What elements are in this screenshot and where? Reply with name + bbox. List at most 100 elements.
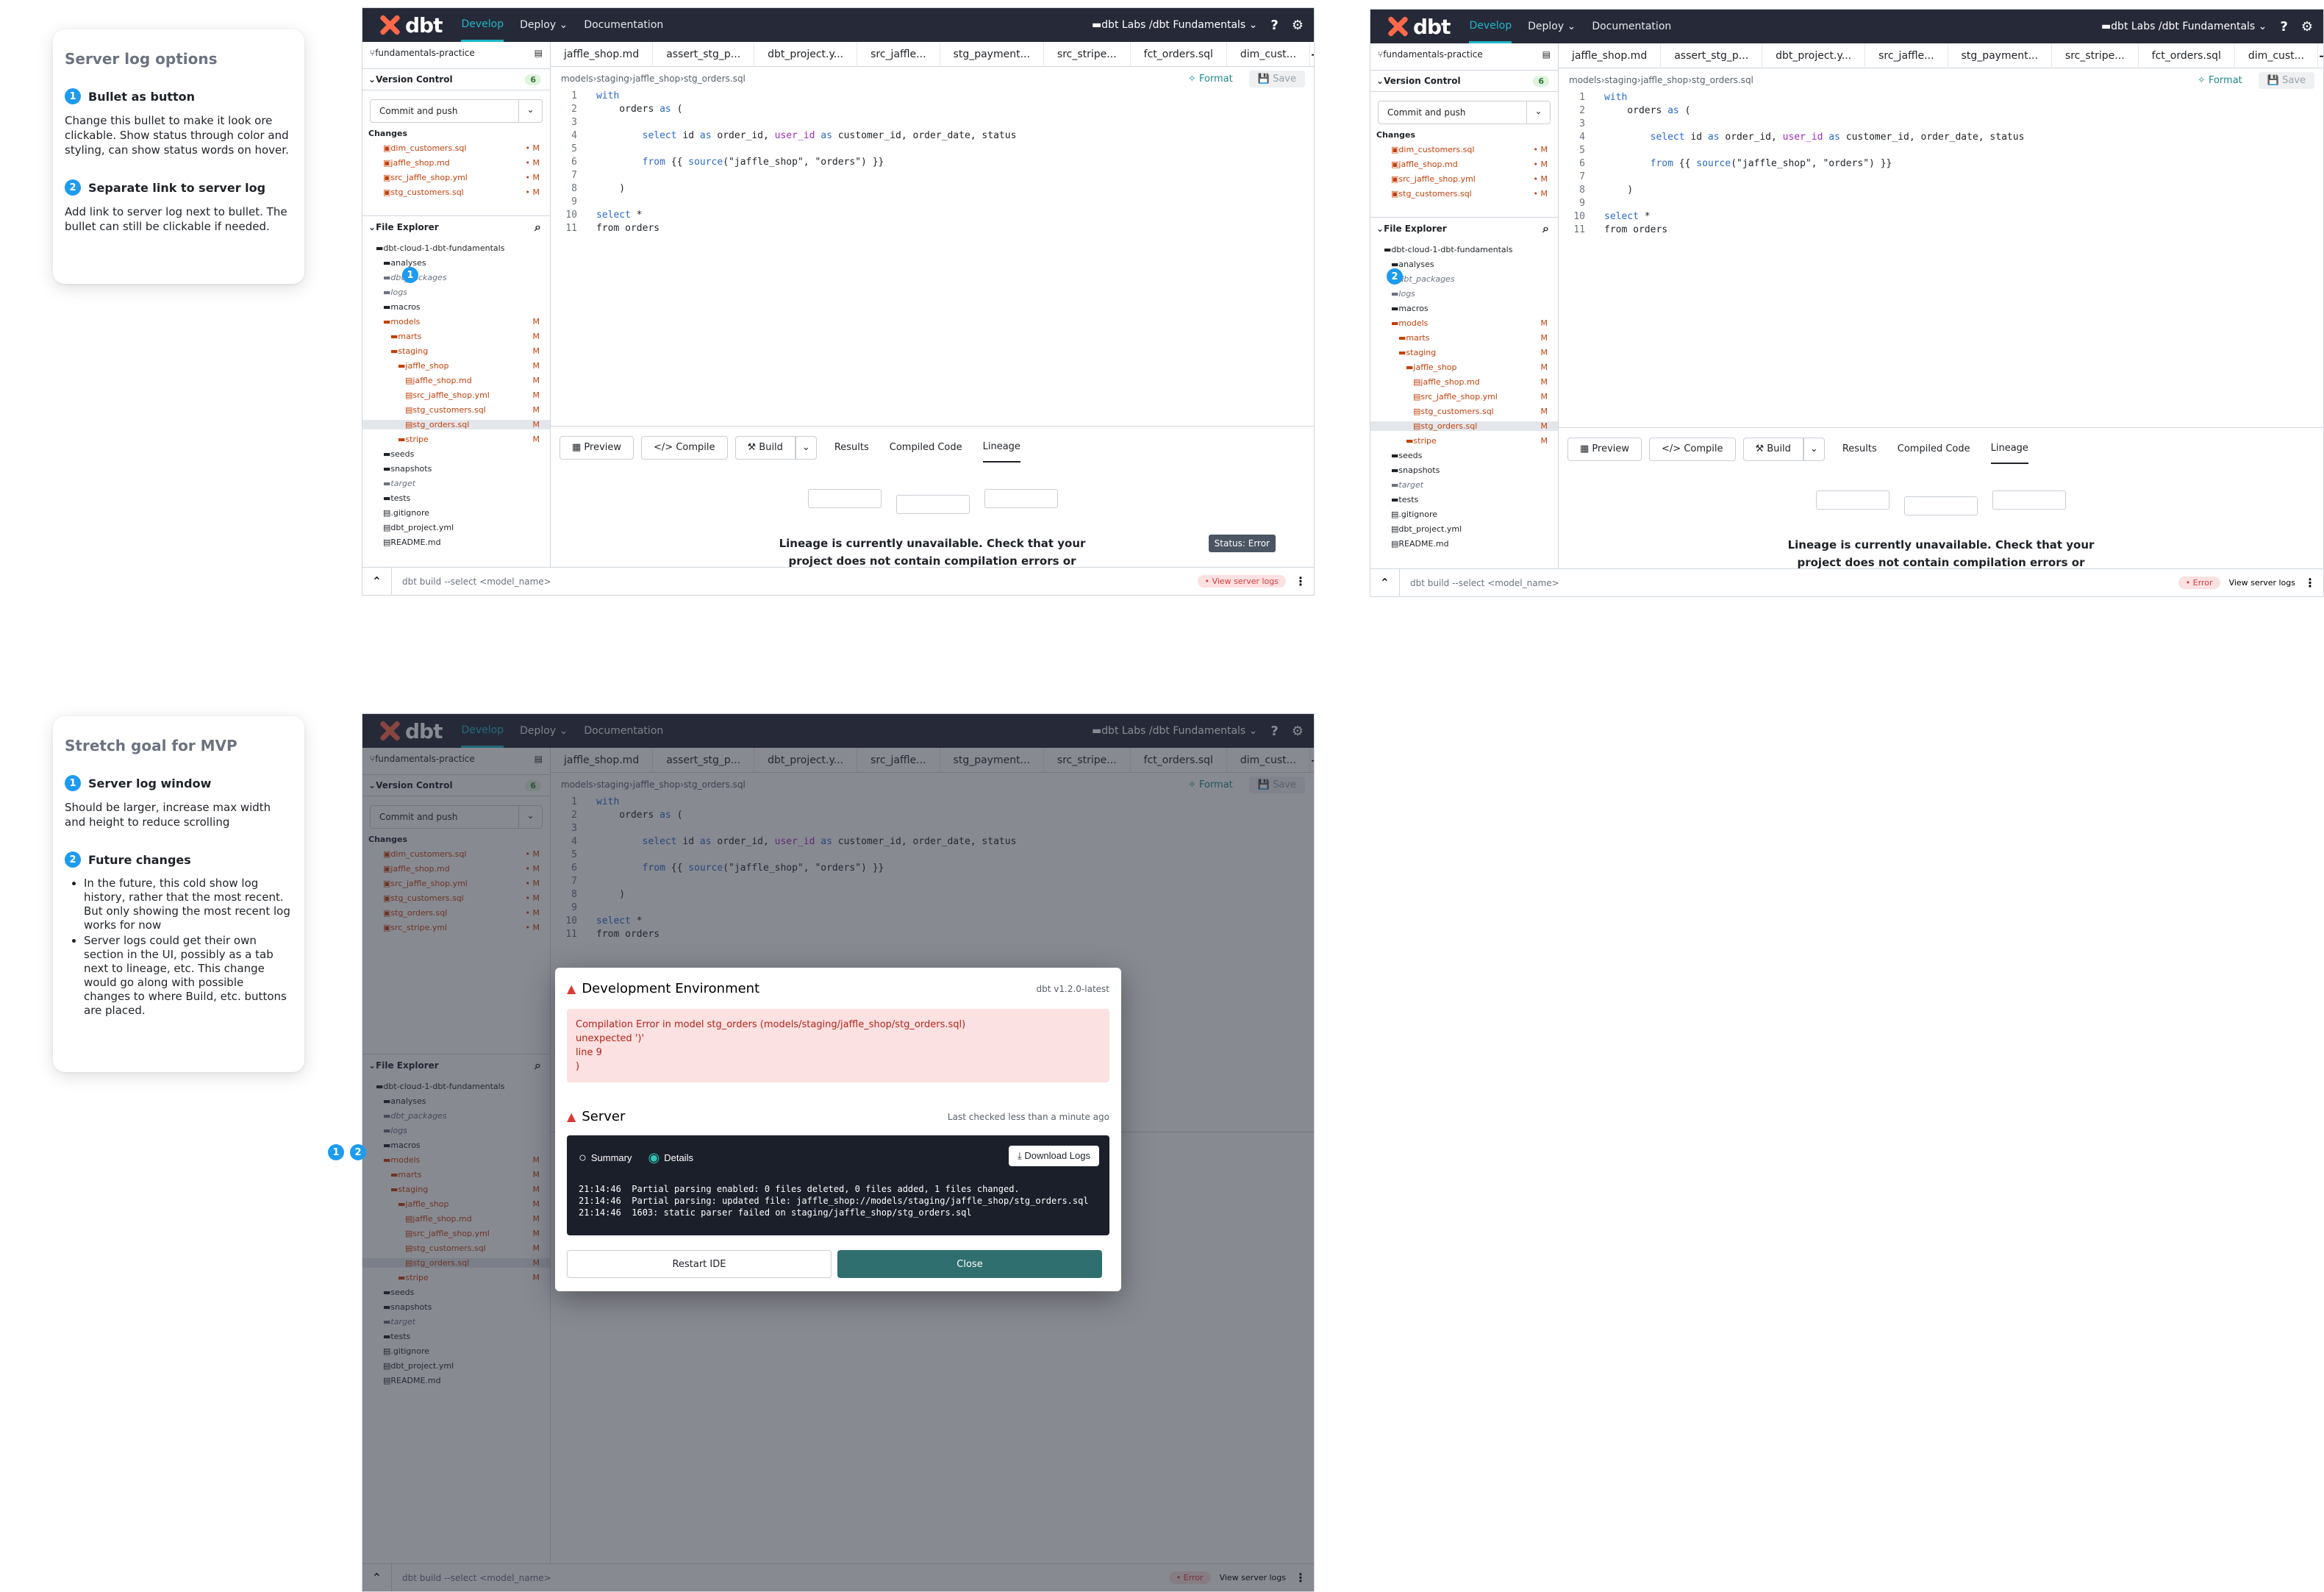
chevron-up-icon[interactable]: ⌃ — [1370, 568, 1400, 596]
tree-item[interactable]: ▬ stripe M — [362, 435, 550, 444]
org-name[interactable]: dbt Labs / — [1101, 19, 1152, 31]
breadcrumb-item[interactable]: models — [561, 74, 593, 84]
tree-item[interactable]: ▤ dbt_project.yml — [362, 523, 550, 532]
nav-documentation[interactable]: Documentation — [584, 8, 663, 42]
breadcrumb-item[interactable]: stg_orders.sql — [1692, 75, 1753, 85]
tree-item[interactable]: ▤ .gitignore — [1370, 510, 1558, 519]
org-name[interactable]: dbt Labs / — [2111, 21, 2162, 32]
summary-radio[interactable]: ○ — [579, 1150, 587, 1166]
result-tab[interactable]: Compiled Code — [1898, 435, 1970, 464]
more-vertical-icon[interactable]: ⋮ — [1295, 574, 1306, 588]
tree-item[interactable]: ▬ seeds — [362, 449, 550, 459]
tree-item[interactable]: ▬ macros — [1370, 304, 1558, 313]
tree-item[interactable]: ▬ snapshots — [1370, 465, 1558, 475]
file-explorer-header[interactable]: ⌄ File Explorer ⌕ — [362, 215, 550, 238]
tree-item[interactable]: ▤ jaffle_shop.md M — [362, 376, 550, 385]
tree-item[interactable]: ▬ jaffle_shop M — [1370, 363, 1558, 372]
change-item[interactable]: ▣ stg_customers.sql • M — [362, 188, 550, 197]
tree-item[interactable]: ▤ stg_customers.sql M — [362, 405, 550, 415]
file-explorer-header[interactable]: ⌄ File Explorer ⌕ — [1370, 217, 1558, 239]
nav-deploy[interactable]: Deploy ⌄ — [520, 8, 568, 42]
file-tab[interactable]: jaffle_shop.md — [551, 41, 654, 67]
change-item[interactable]: ▣ jaffle_shop.md • M — [362, 158, 550, 168]
tree-item[interactable]: ▬ target — [362, 479, 550, 488]
tree-item[interactable]: ▤ src_jaffle_shop.yml M — [1370, 392, 1558, 401]
file-tab[interactable]: dim_cust... — [2235, 43, 2319, 68]
build-dropdown-button[interactable]: ⌄ — [795, 435, 817, 460]
help-icon[interactable]: ? — [2280, 19, 2287, 35]
version-control-header[interactable]: ⌄ Version Control 6 — [362, 68, 550, 90]
tree-item[interactable]: ▬ staging M — [362, 346, 550, 356]
compile-button[interactable]: </> Compile — [1649, 437, 1736, 461]
tree-item[interactable]: ▬ analyses — [362, 258, 550, 268]
tree-item[interactable]: ▤ stg_orders.sql M — [362, 420, 550, 429]
tree-item[interactable]: ▬ logs — [1370, 289, 1558, 299]
details-label[interactable]: Details — [664, 1152, 693, 1163]
search-icon[interactable]: ⌕ — [534, 220, 541, 235]
build-button[interactable]: ⚒ Build — [734, 435, 795, 460]
view-server-logs-button[interactable]: • View server logs — [1197, 575, 1286, 588]
tree-item[interactable]: ▤ stg_customers.sql M — [1370, 407, 1558, 416]
change-item[interactable]: ▣ dim_customers.sql • M — [362, 143, 550, 153]
details-radio[interactable]: ◉ — [648, 1150, 660, 1166]
project-name[interactable]: dbt Fundamentals ⌄ — [2162, 21, 2267, 32]
change-item[interactable]: ▣ stg_customers.sql • M — [1370, 189, 1558, 199]
change-item[interactable]: ▣ src_jaffle_shop.yml • M — [362, 173, 550, 182]
chevron-up-icon[interactable]: ⌃ — [362, 567, 392, 595]
command-input[interactable]: dbt build --select <model_name> — [402, 577, 551, 587]
file-tab[interactable]: dbt_project.y... — [1762, 43, 1866, 68]
file-tab[interactable]: fct_orders.sql — [1131, 41, 1227, 67]
tree-item[interactable]: ▬ tests — [1370, 495, 1558, 504]
file-tab[interactable]: jaffle_shop.md — [1559, 43, 1662, 68]
tree-item[interactable]: ▬ marts M — [362, 332, 550, 341]
command-input[interactable]: dbt build --select <model_name> — [1410, 578, 1559, 588]
file-tab[interactable]: src_stripe... — [1044, 41, 1131, 67]
preview-button[interactable]: ▦ Preview — [1567, 437, 1642, 461]
tree-item[interactable]: ▤ dbt_project.yml — [1370, 524, 1558, 534]
restart-ide-button[interactable]: Restart IDE — [567, 1250, 832, 1278]
tree-item[interactable]: ▤ README.md — [1370, 539, 1558, 549]
commit-push-button[interactable]: Commit and push ⌄ — [1378, 101, 1551, 124]
save-button[interactable]: 💾 Save — [2258, 71, 2314, 89]
chevron-down-icon[interactable]: ⌄ — [1526, 101, 1550, 124]
docs-book-icon[interactable]: ▤ — [1542, 49, 1551, 60]
tree-item[interactable]: ▬ logs — [362, 288, 550, 297]
file-tab[interactable]: assert_stg_p... — [1661, 43, 1763, 68]
gear-icon[interactable]: ⚙ — [1292, 18, 1304, 33]
breadcrumb-item[interactable]: jaffle_shop — [633, 74, 681, 84]
build-dropdown-button[interactable]: ⌄ — [1803, 437, 1825, 461]
result-tab[interactable]: Lineage — [1990, 435, 2028, 464]
breadcrumb-item[interactable]: staging — [596, 74, 629, 84]
nav-develop[interactable]: Develop — [461, 8, 504, 42]
file-tab[interactable]: dim_cust... — [1227, 41, 1311, 67]
breadcrumb-item[interactable]: jaffle_shop — [1641, 75, 1689, 85]
file-tab[interactable]: src_jaffle... — [1865, 43, 1948, 68]
tree-item[interactable]: ▬ tests — [362, 493, 550, 503]
nav-documentation[interactable]: Documentation — [1592, 10, 1671, 43]
save-button[interactable]: 💾 Save — [1248, 70, 1305, 88]
add-tab-icon[interactable]: + — [2318, 47, 2323, 65]
file-tab[interactable]: dbt_project.y... — [754, 41, 858, 67]
tree-item[interactable]: ▤ src_jaffle_shop.yml M — [362, 390, 550, 400]
branch-row[interactable]: ⑂ fundamentals-practice ▤ — [1370, 49, 1558, 60]
close-button[interactable]: Close — [837, 1250, 1102, 1278]
format-button[interactable]: ✧ Format — [2198, 75, 2242, 86]
tree-item[interactable]: ▬ dbt_packages — [362, 273, 550, 282]
change-item[interactable]: ▣ dim_customers.sql • M — [1370, 145, 1558, 154]
download-logs-button[interactable]: ⤓ Download Logs — [1009, 1146, 1099, 1166]
file-tab[interactable]: src_stripe... — [2052, 43, 2139, 68]
tree-item[interactable]: ▬ snapshots — [362, 464, 550, 474]
view-server-logs-link[interactable]: View server logs — [2229, 578, 2295, 588]
tree-item[interactable]: ▤ .gitignore — [362, 508, 550, 518]
file-tab[interactable]: src_jaffle... — [857, 41, 940, 67]
branch-row[interactable]: ⑂ fundamentals-practice ▤ — [362, 48, 550, 58]
help-icon[interactable]: ? — [1270, 18, 1278, 33]
nav-deploy[interactable]: Deploy ⌄ — [1528, 10, 1576, 43]
tree-item[interactable]: ▤ jaffle_shop.md M — [1370, 377, 1558, 387]
file-tab[interactable]: assert_stg_p... — [653, 41, 755, 67]
file-tab[interactable]: stg_payment... — [1948, 43, 2052, 68]
preview-button[interactable]: ▦ Preview — [559, 435, 634, 460]
result-tab[interactable]: Results — [834, 433, 869, 463]
add-tab-icon[interactable]: + — [1310, 46, 1314, 63]
file-tab[interactable]: stg_payment... — [940, 41, 1044, 67]
